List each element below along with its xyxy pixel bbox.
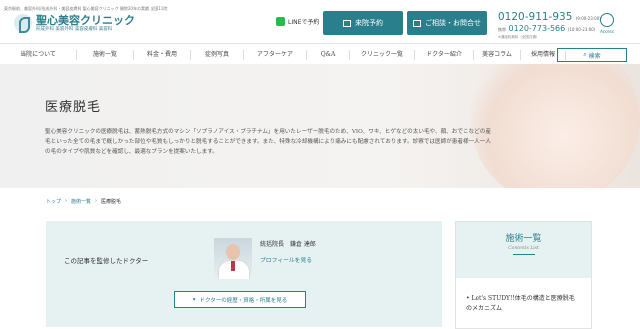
- logo-mark-icon: [14, 14, 32, 33]
- tel-note: ※通話料無料（全国共通）: [498, 35, 540, 39]
- nav-item-clinics[interactable]: クリニック一覧: [350, 49, 415, 60]
- reserve-button[interactable]: 来院予約: [323, 11, 403, 35]
- profile-link[interactable]: プロフィールを見る: [260, 255, 312, 264]
- search-button[interactable]: ⌕ 検索: [557, 48, 627, 62]
- tel-sub[interactable]: 携帯 0120-773-566 (10:00-23:00): [498, 24, 595, 33]
- sidebar-item-label: Let's STUDY!!体毛の構造と医療脱毛のメカニズム: [466, 295, 575, 312]
- supervisor-label: この記事を監修したドクター: [64, 257, 149, 265]
- header-top-note: 東京駅前、美容外科/形成外科・美容皮膚科 聖心美容クリニック 開院20年の実績 …: [4, 6, 168, 11]
- search-icon: ⌕: [583, 51, 587, 58]
- hero-banner: 医療脱毛 聖心美容クリニックの医療脱毛は、蓄熱脱毛方式のマシン「ソプラノアイス・…: [0, 64, 640, 188]
- tel-sub-hours: (10:00-23:00): [567, 27, 596, 32]
- sidebar-item[interactable]: • Let's STUDY!!体毛の構造と医療脱毛のメカニズム: [466, 294, 576, 314]
- access-label: Access: [600, 29, 614, 34]
- hero-description: 聖心美容クリニックの医療脱毛は、蓄熱脱毛方式のマシン「ソプラノアイス・プラチナム…: [45, 129, 491, 155]
- nav-item-column[interactable]: 美容コラム: [474, 49, 521, 60]
- sidebar-subtitle: Contents List: [508, 246, 539, 251]
- doctor-name: 統括院長 鎌倉 達郎: [260, 241, 316, 248]
- nav-item-prices[interactable]: 料金・費用: [134, 49, 191, 60]
- breadcrumb-separator-icon: ›: [95, 198, 98, 204]
- supervisor-card: この記事を監修したドクター 統括院長 鎌倉 達郎 プロフィールを見る ▾ ドクタ…: [46, 221, 442, 327]
- tel-main[interactable]: 0120-911-935 (9:00-23:00): [498, 11, 601, 23]
- doctor-details-label: ドクターの経歴・資格・所属を見る: [199, 297, 288, 304]
- search-label: 検索: [588, 52, 601, 60]
- nav-item-about[interactable]: 当院について: [0, 49, 77, 60]
- sidebar-title: 施術一覧: [505, 234, 542, 244]
- consult-button[interactable]: ご相談・お問合せ: [407, 11, 487, 35]
- sidebar-panel: 施術一覧 Contents List • Let's STUDY!!体毛の構造と…: [455, 221, 592, 329]
- doctor-head-shape: [226, 244, 240, 260]
- calendar-icon: [343, 19, 351, 27]
- doctor-details-button[interactable]: ▾ ドクターの経歴・資格・所属を見る: [174, 291, 306, 308]
- nav-item-doctors[interactable]: ドクター紹介: [415, 49, 474, 60]
- monitor-icon: [413, 19, 421, 27]
- breadcrumb-current: 医療脱毛: [101, 199, 122, 205]
- nav-item-treatments[interactable]: 施術一覧: [77, 49, 134, 60]
- chevron-down-icon: ▾: [192, 296, 196, 303]
- line-reserve-label: LINEで予約: [288, 19, 320, 26]
- sidebar-header: 施術一覧 Contents List: [456, 222, 591, 278]
- access-button[interactable]: Access: [596, 13, 618, 34]
- tel-sub-label: 携帯: [498, 27, 506, 32]
- nav-item-aftercare[interactable]: アフターケア: [244, 49, 307, 60]
- logo-name: 聖心美容クリニック: [36, 13, 135, 27]
- breadcrumb-separator-icon: ›: [65, 198, 68, 204]
- sidebar-divider: [512, 254, 535, 255]
- map-pin-icon: [600, 13, 614, 27]
- reserve-button-label: 来院予約: [355, 19, 383, 27]
- main-nav: 当院について 施術一覧 料金・費用 症例写真 アフターケア Q&A クリニック一…: [0, 43, 640, 66]
- breadcrumb-top[interactable]: トップ: [46, 198, 61, 205]
- breadcrumb: トップ › 施術一覧 › 医療脱毛: [46, 198, 121, 205]
- consult-button-label: ご相談・お問合せ: [425, 19, 481, 27]
- hero-face-image: [470, 64, 640, 188]
- nav-item-qa[interactable]: Q&A: [307, 49, 350, 60]
- nav-item-cases[interactable]: 症例写真: [191, 49, 244, 60]
- doctor-photo: [214, 238, 252, 279]
- breadcrumb-treatments[interactable]: 施術一覧: [71, 198, 91, 205]
- line-reserve-link[interactable]: LINEで予約: [276, 17, 319, 26]
- line-icon: [276, 17, 285, 26]
- doctor-tie-shape: [231, 261, 235, 271]
- clinic-logo[interactable]: 聖心美容クリニック 形成外科 美容外科 美容皮膚科 美容科: [14, 13, 135, 33]
- page-title: 医療脱毛: [45, 100, 102, 115]
- tel-main-number: 0120-911-935: [498, 11, 573, 23]
- tel-sub-number: 0120-773-566: [508, 24, 566, 33]
